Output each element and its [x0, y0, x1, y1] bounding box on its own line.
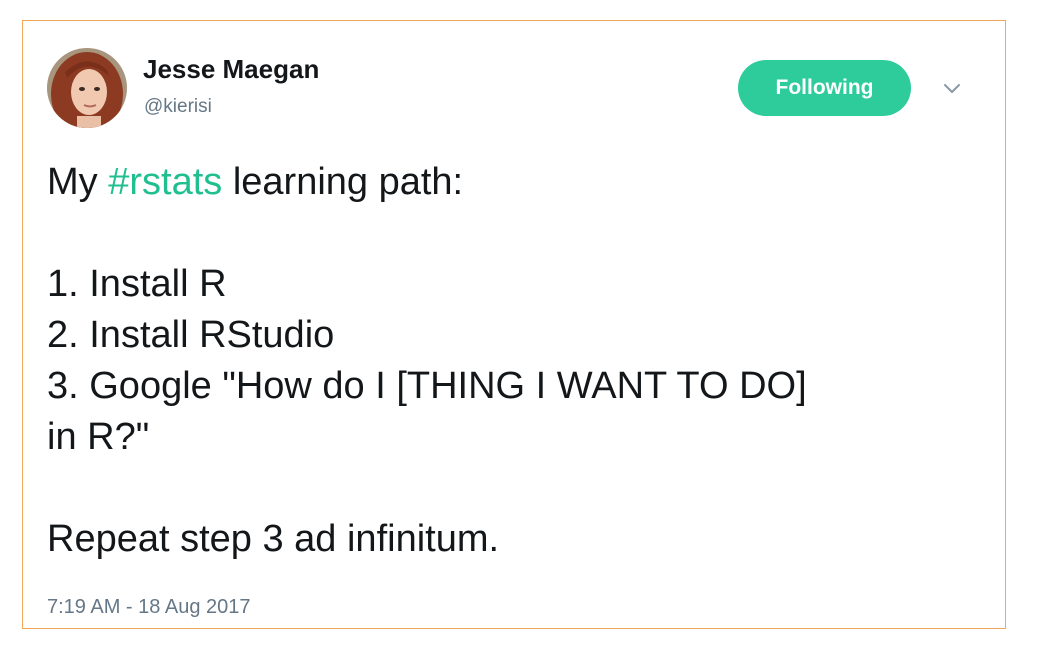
step-line: 2. Install RStudio	[47, 314, 335, 356]
tweet-intro-line: My #rstats learning path:	[47, 157, 977, 208]
tweet-card: Jesse Maegan @kierisi Following My #rsta…	[22, 20, 1006, 629]
tweet-timestamp[interactable]: 7:19 AM - 18 Aug 2017	[47, 596, 251, 619]
hashtag-link[interactable]: #rstats	[108, 161, 222, 203]
avatar[interactable]	[47, 48, 127, 128]
step-line: 1. Install R	[47, 263, 227, 305]
tweet-intro-suffix: learning path:	[222, 161, 464, 203]
avatar-image	[47, 48, 127, 128]
chevron-down-icon[interactable]	[940, 78, 964, 98]
step-line: 3. Google "How do I [THING I WANT TO DO]	[47, 365, 807, 407]
step-line: in R?"	[47, 416, 150, 458]
tweet-text: My #rstats learning path: 1. Install R 2…	[47, 157, 977, 565]
following-button[interactable]: Following	[738, 60, 911, 116]
tweet-intro-prefix: My	[47, 161, 109, 203]
closing-line: Repeat step 3 ad infinitum.	[47, 518, 500, 560]
author-display-name[interactable]: Jesse Maegan	[143, 54, 319, 85]
author-handle[interactable]: @kierisi	[144, 96, 212, 118]
